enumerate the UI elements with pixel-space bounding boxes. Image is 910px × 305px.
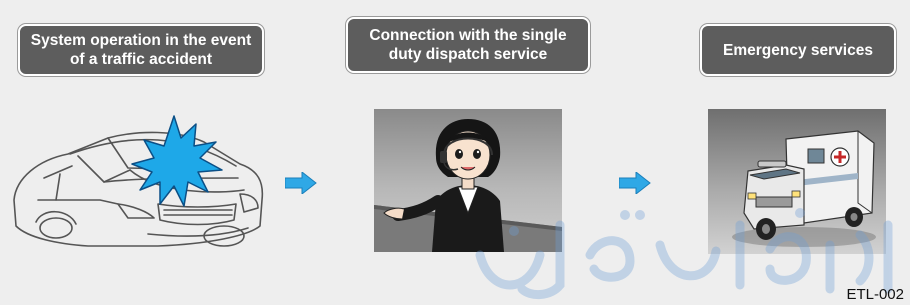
step-1-text: System operation in the event of a traff…	[30, 32, 252, 68]
dispatch-operator-panel	[374, 109, 562, 252]
car-outline-icon	[13, 115, 264, 247]
step-2-text: Connection with the single duty dispatch…	[369, 27, 567, 63]
step-3-text: Emergency services	[723, 41, 873, 59]
arrow-right-icon	[285, 172, 317, 194]
impact-burst-icon	[131, 115, 223, 207]
step-1-label: System operation in the event of a traff…	[18, 24, 264, 76]
figure-reference-code: ETL-002	[846, 286, 904, 303]
step-3-label: Emergency services	[700, 24, 896, 76]
ambulance-panel	[708, 109, 886, 254]
step-2-label: Connection with the single duty dispatch…	[346, 17, 590, 73]
arrow-right-icon	[619, 172, 651, 194]
operator-icon	[374, 119, 562, 252]
ambulance-icon	[732, 130, 876, 247]
accident-response-diagram: System operation in the event of a traff…	[0, 0, 910, 305]
